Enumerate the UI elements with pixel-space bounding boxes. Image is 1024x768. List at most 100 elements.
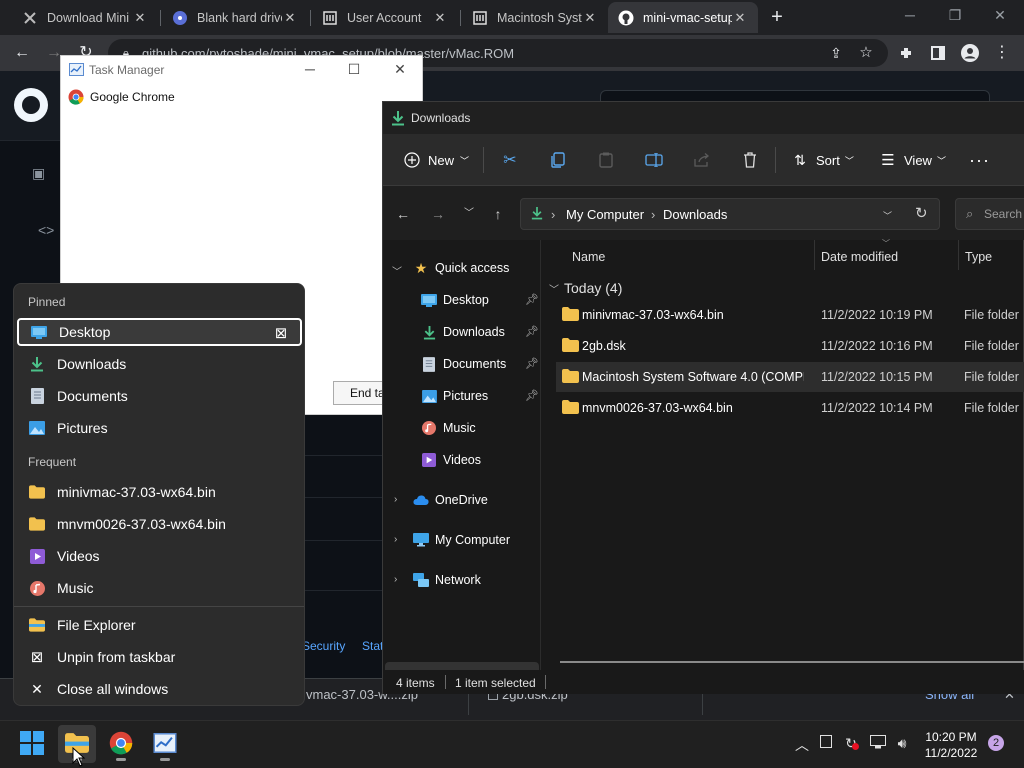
file-row[interactable]: mnvm0026-37.03-wx64.bin 11/2/2022 10:14 … [556, 393, 1024, 423]
unpin-icon[interactable]: ⊠ [272, 324, 290, 342]
maximize-icon[interactable]: ☐ [339, 58, 369, 80]
jump-item-mnvm0026[interactable]: mnvm0026-37.03-wx64.bin [17, 509, 302, 539]
jump-item-file-explorer[interactable]: File Explorer [17, 610, 302, 640]
jump-item-videos[interactable]: Videos [17, 541, 302, 571]
pin-icon[interactable]: 📌︎ [525, 325, 539, 338]
nav-music[interactable]: Music [421, 414, 476, 442]
new-tab-plus-icon[interactable]: + [765, 6, 789, 30]
start-button[interactable] [13, 725, 51, 763]
chevron-right-icon[interactable]: › [394, 574, 397, 585]
nav-pictures[interactable]: Pictures 📌︎ [421, 382, 541, 410]
close-icon[interactable]: ✕ [385, 58, 415, 80]
notification-count-badge[interactable]: 2 [988, 735, 1004, 751]
share-icon[interactable]: ⇪ [824, 41, 848, 65]
extensions-icon[interactable] [894, 41, 918, 65]
search-input[interactable]: ⌕ Search [955, 198, 1024, 230]
more-options-icon[interactable]: ··· [969, 149, 990, 171]
close-tab-icon[interactable]: ✕ [432, 10, 448, 26]
jump-item-minivmac[interactable]: minivmac-37.03-wx64.bin [17, 477, 302, 507]
back-arrow-icon[interactable]: ← [10, 41, 34, 65]
nav-downloads[interactable]: Downloads 📌︎ [421, 318, 541, 346]
column-header-type[interactable]: Type [965, 250, 992, 264]
close-tab-icon[interactable]: ✕ [132, 10, 148, 26]
horizontal-scrollbar[interactable] [560, 661, 1024, 663]
up-arrow-icon[interactable]: ↑ [488, 204, 508, 224]
tab-download-mini[interactable]: Download Mini ✕ [12, 2, 158, 33]
tray-app-icon[interactable] [816, 735, 836, 751]
network-monitor-icon[interactable] [868, 735, 888, 752]
column-header-date[interactable]: Date modified [821, 250, 898, 264]
minimize-icon[interactable]: ─ [890, 4, 930, 28]
nav-network[interactable]: Network [413, 566, 481, 594]
jump-item-downloads[interactable]: Downloads [17, 349, 302, 379]
recent-locations-chevron-icon[interactable]: ﹀ [459, 204, 479, 224]
forward-arrow-icon[interactable]: → [428, 204, 448, 224]
side-panel-icon[interactable] [926, 41, 950, 65]
jump-item-pictures[interactable]: Pictures [17, 413, 302, 443]
tab-blank-hard-drive[interactable]: Blank hard drive ✕ [162, 2, 308, 33]
address-bar[interactable]: › My Computer › Downloads ﹀ ↻ [520, 198, 940, 230]
tab-mini-vmac-setup[interactable]: mini-vmac-setup ✕ [608, 2, 758, 33]
sort-button[interactable]: ⇅ Sort ﹀ [791, 149, 854, 171]
pin-icon[interactable]: 📌︎ [525, 293, 539, 306]
breadcrumb-my-computer[interactable]: My Computer [566, 207, 644, 222]
copy-button[interactable] [549, 149, 574, 171]
system-clock[interactable]: 10:20 PM 11/2/2022 [920, 729, 982, 761]
jump-item-music[interactable]: Music [17, 573, 302, 603]
volume-icon[interactable]: 🔊︎ [892, 735, 912, 752]
chevron-down-icon[interactable]: ﹀ [392, 263, 402, 278]
taskbar-task-manager[interactable] [146, 725, 184, 763]
show-hidden-icons-chevron-icon[interactable]: ︿ [792, 735, 812, 755]
file-name: minivmac-37.03-wx64.bin [582, 308, 724, 322]
profile-avatar-icon[interactable] [958, 41, 982, 65]
address-history-chevron-icon[interactable]: ﹀ [883, 209, 892, 222]
file-row-selected[interactable]: Macintosh System Software 4.0 (COMPLETE)… [556, 362, 1024, 392]
rename-button[interactable] [645, 149, 670, 171]
breadcrumb-downloads[interactable]: Downloads [663, 207, 727, 222]
jump-item-close-all[interactable]: ✕ Close all windows [17, 674, 302, 704]
sync-alert-icon[interactable]: ↻ [841, 735, 861, 752]
tab-user-account[interactable]: User Account ✕ [312, 2, 458, 33]
jump-item-unpin[interactable]: ⊠ Unpin from taskbar [17, 642, 302, 672]
nav-videos[interactable]: Videos [421, 446, 481, 474]
security-link[interactable]: Security [302, 639, 345, 653]
group-header-today[interactable]: Today (4) [564, 280, 622, 296]
jump-item-label: Desktop [59, 324, 111, 340]
nav-documents[interactable]: Documents 📌︎ [421, 350, 541, 378]
tab-macintosh-system[interactable]: Macintosh Syste ✕ [462, 2, 608, 33]
file-row[interactable]: 2gb.dsk 11/2/2022 10:16 PM File folder [556, 331, 1024, 361]
taskbar-chrome[interactable] [102, 725, 140, 763]
close-tab-icon[interactable]: ✕ [282, 10, 298, 26]
paste-button[interactable] [597, 149, 622, 171]
chevron-right-icon[interactable]: › [394, 534, 397, 545]
column-header-name[interactable]: Name [572, 250, 605, 264]
cut-button[interactable]: ✂ [501, 149, 526, 171]
file-row[interactable]: minivmac-37.03-wx64.bin 11/2/2022 10:19 … [556, 300, 1024, 330]
pin-icon[interactable]: 📌︎ [525, 389, 539, 402]
process-row[interactable]: Google Chrome [68, 89, 175, 105]
view-button[interactable]: ☰ View ﹀ [879, 149, 946, 171]
nav-desktop[interactable]: Desktop 📌︎ [421, 286, 541, 314]
chevron-down-icon[interactable]: ﹀ [549, 281, 559, 296]
share-button[interactable] [693, 149, 718, 171]
minimize-icon[interactable]: ─ [295, 58, 325, 80]
back-arrow-icon[interactable]: ← [393, 204, 413, 224]
bookmark-star-icon[interactable]: ☆ [854, 41, 878, 65]
menu-kebab-icon[interactable]: ⋮ [990, 41, 1014, 65]
github-logo-icon[interactable] [14, 88, 48, 122]
refresh-icon[interactable]: ↻ [915, 204, 928, 222]
jump-item-desktop[interactable]: Desktop ⊠ [17, 318, 302, 346]
delete-button[interactable] [741, 149, 766, 171]
close-window-icon[interactable]: ✕ [980, 4, 1020, 28]
nav-quick-access[interactable]: ★ Quick access [413, 254, 510, 282]
nav-onedrive[interactable]: OneDrive [413, 486, 488, 514]
close-tab-icon[interactable]: ✕ [732, 10, 748, 26]
jump-item-documents[interactable]: Documents [17, 381, 302, 411]
chevron-right-icon[interactable]: › [394, 494, 397, 505]
stats-link[interactable]: Stat [362, 639, 383, 653]
close-tab-icon[interactable]: ✕ [582, 10, 598, 26]
restore-icon[interactable]: ❐ [935, 4, 975, 28]
pin-icon[interactable]: 📌︎ [525, 357, 539, 370]
new-button[interactable]: New ﹀ [403, 149, 469, 171]
nav-my-computer[interactable]: My Computer [413, 526, 510, 554]
